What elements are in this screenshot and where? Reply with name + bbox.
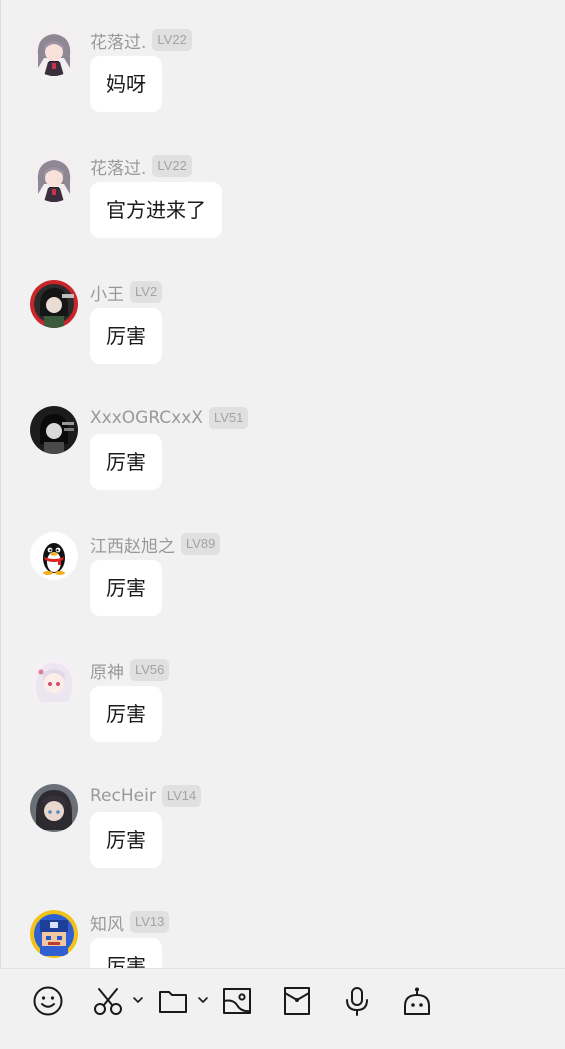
sender-meta: RecHeir LV14: [90, 784, 202, 808]
chat-message: RecHeir LV14 厉害: [30, 784, 550, 884]
sender-meta: 原神 LV56: [90, 658, 170, 683]
sender-name[interactable]: RecHeir: [90, 786, 156, 806]
chat-message: 知风 LV13 厉害: [30, 910, 550, 968]
message-bubble[interactable]: 厉害: [90, 560, 162, 616]
sender-meta: 花落过. LV22: [90, 28, 192, 53]
message-bubble[interactable]: 厉害: [90, 434, 162, 490]
sender-name[interactable]: XxxOGRCxxX: [90, 408, 203, 428]
sender-name[interactable]: 原神: [90, 658, 124, 683]
image-icon: [223, 988, 251, 1014]
chevron-down-icon[interactable]: [131, 993, 145, 1007]
sender-meta: 小王 LV2: [90, 280, 163, 305]
level-badge: LV13: [130, 911, 170, 933]
input-toolbar: [0, 968, 565, 1049]
sender-meta: 花落过. LV22: [90, 154, 192, 179]
message-bubble[interactable]: 厉害: [90, 938, 162, 968]
anime-girl-avatar-icon: [30, 28, 78, 76]
sender-meta: 江西赵旭之 LV89: [90, 532, 221, 557]
sender-name[interactable]: 江西赵旭之: [90, 532, 175, 557]
avatar[interactable]: [30, 28, 78, 76]
character-avatar-icon: [30, 280, 78, 328]
sender-name[interactable]: 花落过.: [90, 154, 146, 179]
chat-message: 花落过. LV22 妈呀: [30, 28, 550, 128]
anime-girl-avatar-icon: [30, 784, 78, 832]
emoji-icon: [33, 986, 63, 1016]
screenshot-button[interactable]: [88, 981, 128, 1021]
folder-icon: [159, 991, 187, 1013]
file-button[interactable]: [153, 981, 193, 1021]
sender-name[interactable]: 花落过.: [90, 28, 146, 53]
sender-name[interactable]: 小王: [90, 280, 124, 305]
avatar[interactable]: [30, 784, 78, 832]
pixel-character-avatar-icon: [30, 910, 78, 958]
image-button[interactable]: [217, 981, 257, 1021]
chat-message: 原神 LV56 厉害: [30, 658, 550, 758]
chevron-down-icon[interactable]: [196, 993, 210, 1007]
message-bubble[interactable]: 官方进来了: [90, 182, 222, 238]
scissors-icon: [94, 988, 122, 1015]
microphone-icon: [346, 987, 368, 1016]
character-avatar-icon: [30, 406, 78, 454]
chat-message: 小王 LV2 厉害: [30, 280, 550, 380]
message-bubble[interactable]: 厉害: [90, 686, 162, 742]
level-badge: LV89: [181, 533, 221, 555]
sender-meta: XxxOGRCxxX LV51: [90, 406, 249, 430]
level-badge: LV22: [152, 29, 192, 51]
avatar[interactable]: [30, 280, 78, 328]
message-bubble[interactable]: 厉害: [90, 812, 162, 868]
sender-name[interactable]: 知风: [90, 910, 124, 935]
level-badge: LV56: [130, 659, 170, 681]
avatar[interactable]: [30, 658, 78, 706]
chat-message: 花落过. LV22 官方进来了: [30, 154, 550, 254]
voice-button[interactable]: [337, 981, 377, 1021]
avatar[interactable]: [30, 910, 78, 958]
avatar[interactable]: [30, 154, 78, 202]
robot-button[interactable]: [397, 981, 437, 1021]
chat-message: 江西赵旭之 LV89 厉害: [30, 532, 550, 632]
message-bubble[interactable]: 厉害: [90, 308, 162, 364]
anime-girl-avatar-icon: [30, 658, 78, 706]
avatar[interactable]: [30, 532, 78, 580]
chat-message-list[interactable]: 花落过. LV22 妈呀 花落过. LV22 官方进来了 小王 LV2 厉害 X…: [0, 0, 565, 968]
anime-girl-avatar-icon: [30, 154, 78, 202]
message-bubble[interactable]: 妈呀: [90, 56, 162, 112]
avatar[interactable]: [30, 406, 78, 454]
sender-meta: 知风 LV13: [90, 910, 170, 935]
red-packet-button[interactable]: [277, 981, 317, 1021]
red-packet-icon: [284, 987, 310, 1015]
level-badge: LV22: [152, 155, 192, 177]
qq-penguin-icon: [30, 532, 78, 580]
level-badge: LV51: [208, 407, 249, 429]
emoji-button[interactable]: [28, 981, 68, 1021]
robot-icon: [404, 987, 430, 1015]
chat-message: XxxOGRCxxX LV51 厉害: [30, 406, 550, 506]
level-badge: LV14: [161, 785, 202, 807]
level-badge: LV2: [130, 281, 163, 303]
